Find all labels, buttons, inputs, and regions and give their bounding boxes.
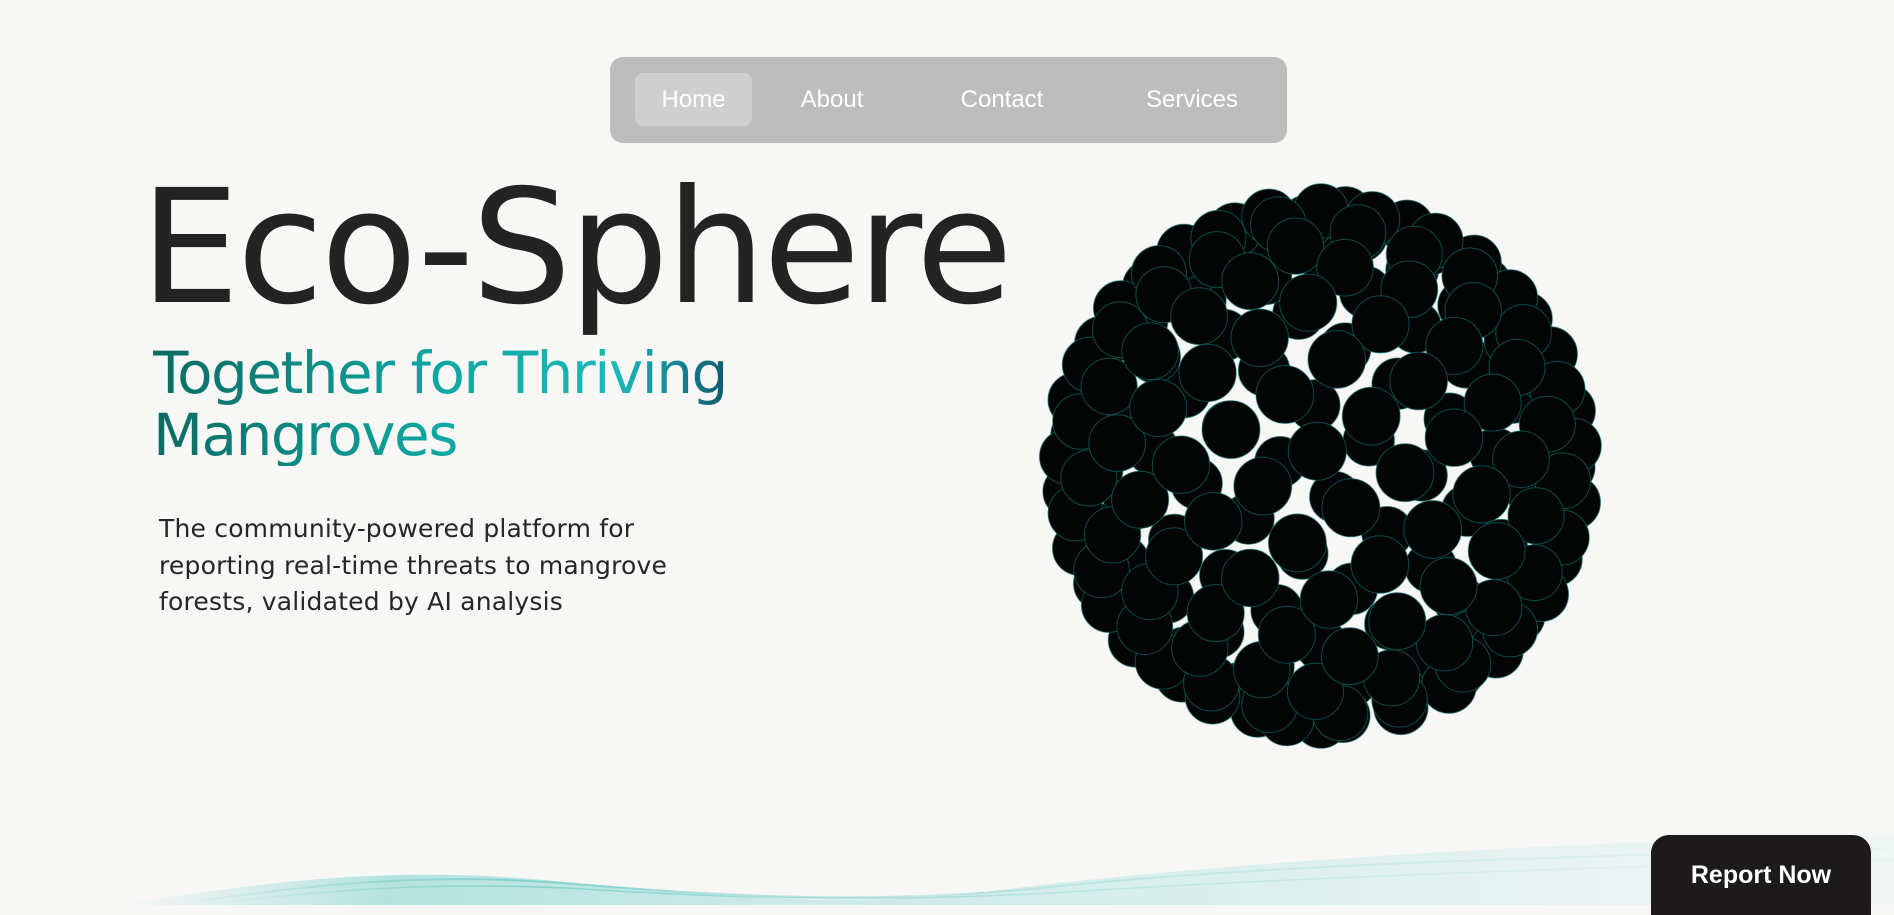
eco-sphere-graphic — [1039, 183, 1602, 749]
sphere-bubble — [1268, 513, 1327, 573]
sphere-bubble — [1452, 465, 1511, 524]
sphere-bubble — [1350, 535, 1410, 594]
hero-subtitle: Together for Thriving Mangroves — [153, 342, 773, 466]
nav-item-contact[interactable]: Contact — [942, 73, 1062, 126]
sphere-bubble — [1170, 287, 1229, 346]
nav-item-about[interactable]: About — [782, 73, 882, 126]
sphere-bubble — [1266, 217, 1324, 275]
sphere-bubble — [1341, 386, 1401, 446]
sphere-bubble — [1320, 627, 1379, 686]
main-navigation: Home About Contact Services — [610, 57, 1287, 143]
sphere-bubble — [1287, 421, 1347, 481]
sphere-bubble — [1233, 456, 1293, 516]
sphere-bubble — [1230, 308, 1289, 368]
sphere-bubble — [1279, 273, 1338, 332]
sphere-bubble — [1403, 500, 1463, 559]
sphere-bubble — [1221, 252, 1280, 311]
hero-description: The community-powered platform for repor… — [159, 514, 668, 616]
sphere-bubble — [1178, 343, 1237, 403]
sphere-bubble — [1368, 592, 1427, 651]
sphere-bubble — [1201, 400, 1261, 460]
decorative-wave — [120, 834, 1894, 905]
sphere-bubble — [1424, 408, 1484, 467]
nav-item-home[interactable]: Home — [635, 73, 752, 126]
sphere-bubble — [1467, 522, 1526, 580]
report-now-button[interactable]: Report Now — [1651, 835, 1871, 915]
sphere-bubble — [1419, 557, 1478, 616]
sphere-bubble — [1321, 478, 1381, 538]
sphere-bubble — [1129, 379, 1188, 437]
sphere-bubble — [1151, 435, 1211, 494]
sphere-bubble — [1121, 322, 1179, 381]
nav-item-services[interactable]: Services — [1122, 73, 1262, 126]
sphere-bubble — [1255, 365, 1315, 424]
sphere-bubble — [1307, 330, 1367, 389]
sphere-bubble — [1375, 443, 1435, 503]
hero-title: Eco-Sphere — [140, 156, 1013, 340]
sphere-bubble — [1299, 570, 1359, 629]
sphere-bubble — [1221, 548, 1280, 608]
sphere-bubble — [1184, 492, 1243, 551]
sphere-bubble — [1389, 351, 1449, 411]
